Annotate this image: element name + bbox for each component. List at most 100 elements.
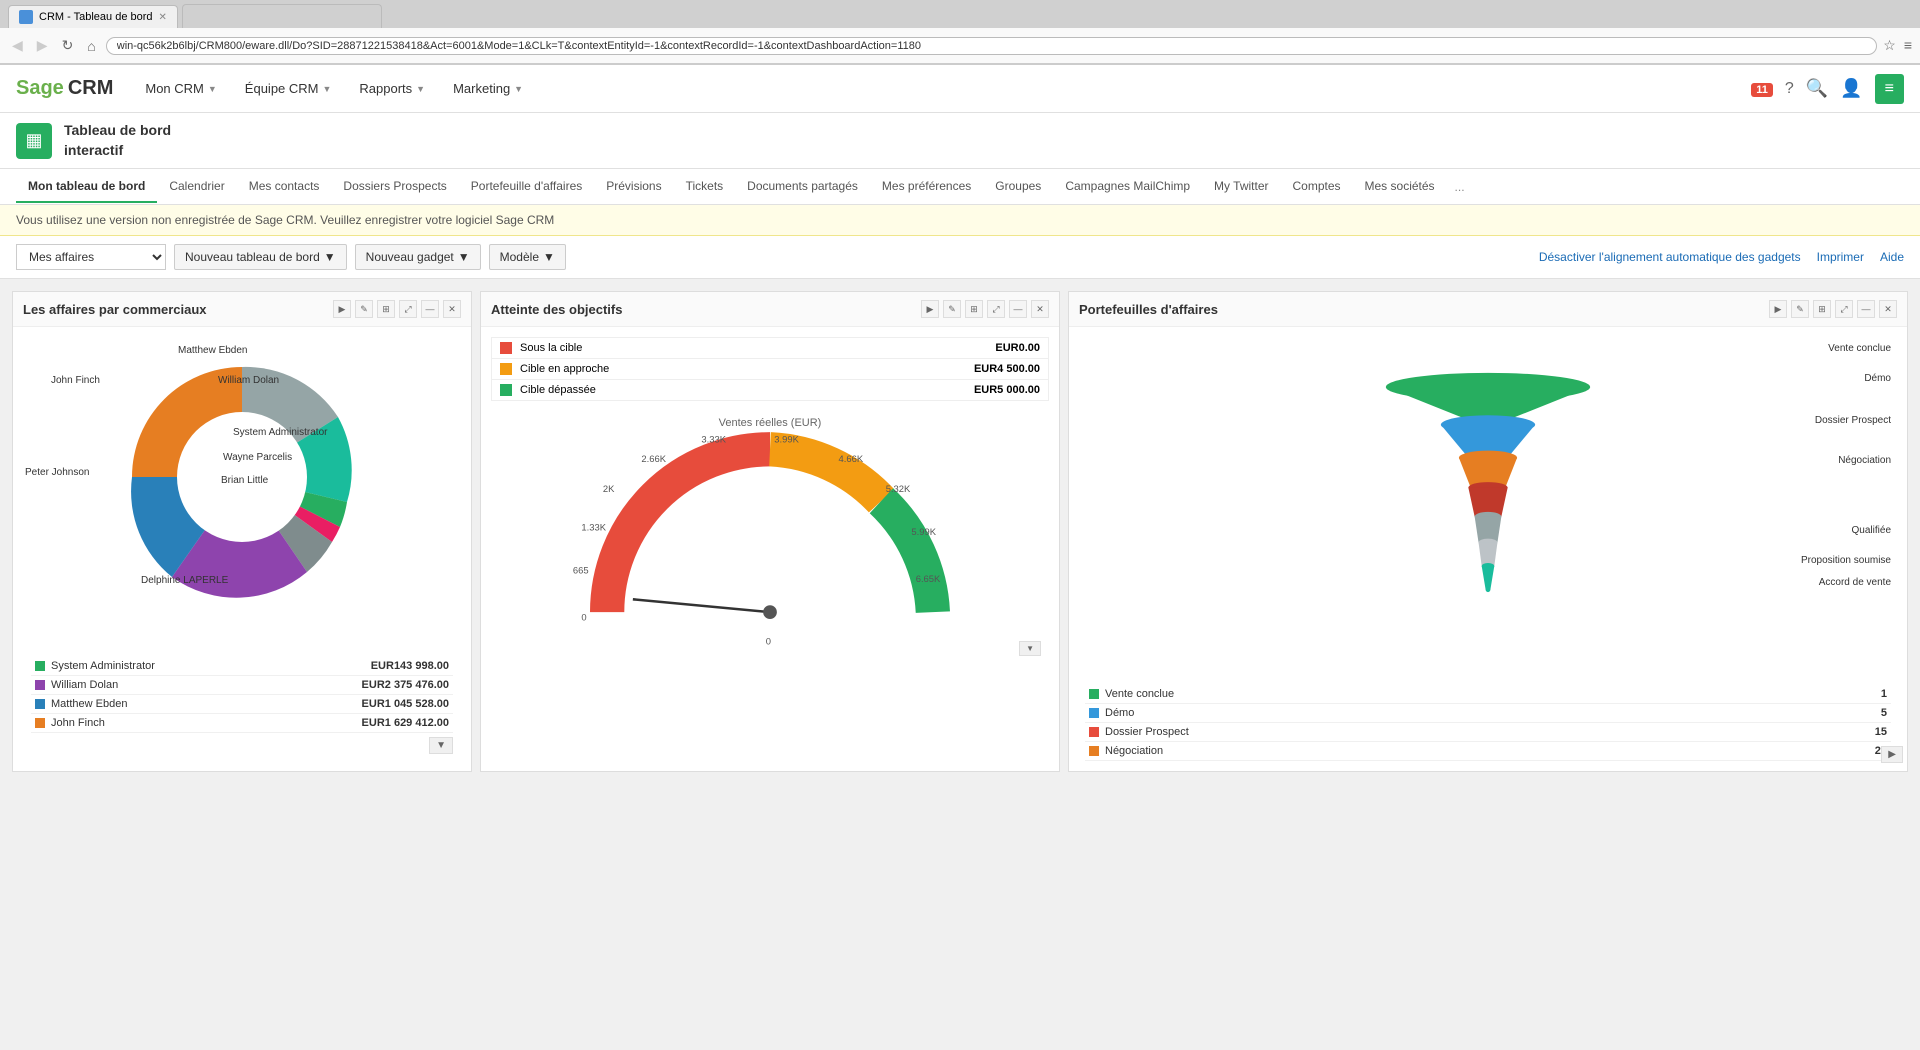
legend-item: John Finch EUR1 629 412.00 <box>31 714 453 733</box>
scroll-down-btn[interactable]: ▼ <box>429 737 453 754</box>
panel-expand-btn[interactable]: ⤢ <box>987 300 1005 318</box>
subnav-calendrier[interactable]: Calendrier <box>157 171 236 203</box>
panel-grid-btn[interactable]: ⊞ <box>1813 300 1831 318</box>
subnav-documents[interactable]: Documents partagés <box>735 171 870 203</box>
disable-align-link[interactable]: Désactiver l'alignement automatique des … <box>1539 250 1801 264</box>
dashboard-select[interactable]: Mes affaires <box>16 244 166 270</box>
page-title-icon: ▦ <box>16 123 52 159</box>
subnav-comptes[interactable]: Comptes <box>1280 171 1352 203</box>
legend-color-william <box>35 680 45 690</box>
donut-label-sysadmin: System Administrator <box>233 427 327 438</box>
search-icon[interactable]: 🔍 <box>1806 78 1828 99</box>
panel-play-btn[interactable]: ▶ <box>1769 300 1787 318</box>
address-bar[interactable] <box>106 37 1878 55</box>
forward-button[interactable]: ▶ <box>33 35 52 56</box>
funnel-label-qualifiee: Qualifiée <box>1852 525 1891 536</box>
nav-equipe-crm[interactable]: Équipe CRM ▼ <box>233 75 344 102</box>
donut-label-peter: Peter Johnson <box>25 467 90 478</box>
donut-label-delphine: Delphine LAPERLE <box>141 575 228 586</box>
print-link[interactable]: Imprimer <box>1817 250 1864 264</box>
browser-tab[interactable]: CRM - Tableau de bord ✕ <box>8 5 178 28</box>
page-title: Tableau de bord interactif <box>64 121 171 160</box>
new-dashboard-button[interactable]: Nouveau tableau de bord ▼ <box>174 244 347 270</box>
subnav-portefeuille[interactable]: Portefeuille d'affaires <box>459 171 594 203</box>
subnav-dossiers-prospects[interactable]: Dossiers Prospects <box>331 171 458 203</box>
chevron-down-icon: ▼ <box>323 84 332 94</box>
funnel-label-dossier: Dossier Prospect <box>1815 415 1891 426</box>
funnel-label-accord: Accord de vente <box>1819 577 1891 588</box>
close-tab-btn[interactable]: ✕ <box>159 12 167 23</box>
funnel-label-proposition: Proposition soumise <box>1801 555 1891 566</box>
panel-minimize-btn[interactable]: — <box>421 300 439 318</box>
subnav-previsions[interactable]: Prévisions <box>594 171 673 203</box>
panel-expand-btn[interactable]: ⤢ <box>399 300 417 318</box>
panel-portefeuille-header: Portefeuilles d'affaires ▶ ✎ ⊞ ⤢ — ✕ <box>1069 292 1907 327</box>
panel-play-btn[interactable]: ▶ <box>921 300 939 318</box>
logo: Sage CRM <box>16 77 113 100</box>
nav-marketing[interactable]: Marketing ▼ <box>441 75 535 102</box>
panel-minimize-btn[interactable]: — <box>1857 300 1875 318</box>
bookmark-icon[interactable]: ☆ <box>1883 37 1896 54</box>
toolbar-right-actions: Désactiver l'alignement automatique des … <box>1539 250 1904 264</box>
subnav-mes-societes[interactable]: Mes sociétés <box>1353 171 1447 203</box>
panel-grid-btn[interactable]: ⊞ <box>377 300 395 318</box>
funnel-label-negociation: Négociation <box>1838 455 1891 466</box>
panel-right-scroll-btn[interactable]: ▶ <box>1881 746 1903 763</box>
help-link[interactable]: Aide <box>1880 250 1904 264</box>
funnel-color-negociation <box>1089 746 1099 756</box>
svg-text:2K: 2K <box>603 483 615 494</box>
home-button[interactable]: ⌂ <box>83 36 99 56</box>
chevron-down-icon: ▼ <box>514 84 523 94</box>
panel-play-btn[interactable]: ▶ <box>333 300 351 318</box>
funnel-color-vente <box>1089 689 1099 699</box>
browser-actions: ☆ ≡ <box>1883 37 1912 54</box>
header-icons: 11 ? 🔍 👤 ≡ <box>1751 74 1904 104</box>
refresh-button[interactable]: ↻ <box>58 35 78 56</box>
gauge-label: Ventes réelles (EUR) <box>719 417 822 429</box>
panel-close-btn[interactable]: ✕ <box>1879 300 1897 318</box>
nav-rapports[interactable]: Rapports ▼ <box>347 75 437 102</box>
panel-edit-btn[interactable]: ✎ <box>943 300 961 318</box>
subnav-more[interactable]: ... <box>1447 172 1473 202</box>
subnav-mon-tableau[interactable]: Mon tableau de bord <box>16 171 157 203</box>
panel-close-btn[interactable]: ✕ <box>1031 300 1049 318</box>
browser-chrome: CRM - Tableau de bord ✕ ◀ ▶ ↻ ⌂ ☆ ≡ <box>0 0 1920 65</box>
panel-grid-btn[interactable]: ⊞ <box>965 300 983 318</box>
panel-edit-btn[interactable]: ✎ <box>355 300 373 318</box>
browser-addressbar: ◀ ▶ ↻ ⌂ ☆ ≡ <box>0 28 1920 64</box>
user-icon[interactable]: 👤 <box>1840 78 1862 99</box>
model-button[interactable]: Modèle ▼ <box>489 244 566 270</box>
panel-objectifs-title: Atteinte des objectifs <box>491 302 622 317</box>
subnav-mes-contacts[interactable]: Mes contacts <box>237 171 332 203</box>
funnel-legend: Vente conclue 1 Démo 5 Dossier Prospect … <box>1085 685 1891 761</box>
panel-affaires-header: Les affaires par commerciaux ▶ ✎ ⊞ ⤢ — ✕ <box>13 292 471 327</box>
dropdown-arrow-icon: ▼ <box>458 250 470 264</box>
funnel-legend-demo: Démo 5 <box>1085 704 1891 723</box>
notification-icon[interactable]: 11 <box>1751 80 1773 98</box>
donut-label-john: John Finch <box>51 375 100 386</box>
subnav-preferences[interactable]: Mes préférences <box>870 171 983 203</box>
back-button[interactable]: ◀ <box>8 35 27 56</box>
panel-edit-btn[interactable]: ✎ <box>1791 300 1809 318</box>
new-gadget-button[interactable]: Nouveau gadget ▼ <box>355 244 481 270</box>
gauge-chart-area: Ventes réelles (EUR) 0 665 1.33K 2K 2.66… <box>491 417 1049 637</box>
panel-close-btn[interactable]: ✕ <box>443 300 461 318</box>
nav-mon-crm[interactable]: Mon CRM ▼ <box>133 75 228 102</box>
gauge-scroll-btn[interactable]: ▼ <box>1019 641 1041 656</box>
tab-favicon <box>19 10 33 24</box>
tab-label: CRM - Tableau de bord <box>39 11 153 23</box>
logo-sage: Sage <box>16 77 64 100</box>
panel-expand-btn[interactable]: ⤢ <box>1835 300 1853 318</box>
green-menu-button[interactable]: ≡ <box>1875 74 1904 104</box>
legend-item: System Administrator EUR143 998.00 <box>31 657 453 676</box>
help-icon[interactable]: ? <box>1785 80 1794 98</box>
svg-text:5.99K: 5.99K <box>911 526 936 537</box>
subnav-tickets[interactable]: Tickets <box>674 171 736 203</box>
subnav-mailchimp[interactable]: Campagnes MailChimp <box>1053 171 1202 203</box>
svg-text:665: 665 <box>573 565 589 576</box>
subnav-groupes[interactable]: Groupes <box>983 171 1053 203</box>
panel-minimize-btn[interactable]: — <box>1009 300 1027 318</box>
settings-icon[interactable]: ≡ <box>1904 37 1912 54</box>
subnav-twitter[interactable]: My Twitter <box>1202 171 1280 203</box>
donut-label-william: William Dolan <box>218 375 279 386</box>
